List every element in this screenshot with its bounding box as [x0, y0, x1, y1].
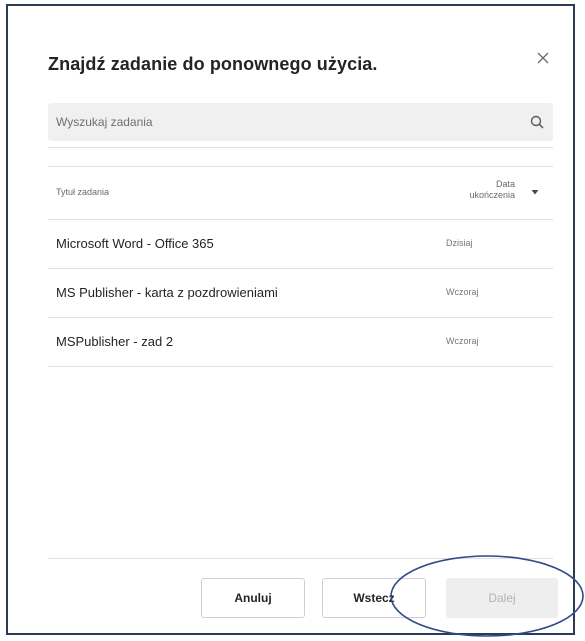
assignments-table: Tytuł zadania Data ukończenia Microsoft …: [48, 166, 553, 367]
row-title: MSPublisher - zad 2: [56, 334, 174, 349]
table-row[interactable]: Microsoft Word - Office 365 Dzisiaj: [48, 220, 553, 269]
search-button[interactable]: [521, 103, 553, 141]
search-divider: [48, 147, 553, 148]
column-header-title: Tytuł zadania: [56, 187, 110, 197]
row-date: Wczoraj: [446, 336, 479, 346]
column-header-date-line2: ukończenia: [469, 190, 515, 200]
close-button[interactable]: [533, 48, 553, 68]
column-header-date[interactable]: Data ukończenia: [445, 179, 515, 201]
sort-button[interactable]: [529, 185, 541, 197]
reuse-assignment-dialog: Znajdź zadanie do ponownego użycia. Tytu…: [8, 6, 573, 633]
table-header: Tytuł zadania Data ukończenia: [48, 166, 553, 220]
next-button[interactable]: Dalej: [446, 578, 558, 618]
column-header-date-line1: Data: [495, 179, 515, 189]
search-icon: [530, 115, 544, 129]
row-title: Microsoft Word - Office 365: [56, 236, 214, 251]
search-input[interactable]: [48, 102, 521, 142]
search-box: [48, 102, 553, 142]
footer-divider: [48, 558, 553, 559]
caret-down-icon: [531, 190, 539, 195]
screenshot-frame: Znajdź zadanie do ponownego użycia. Tytu…: [6, 4, 575, 635]
back-button[interactable]: Wstecz: [322, 578, 426, 618]
table-row[interactable]: MS Publisher - karta z pozdrowieniami Wc…: [48, 269, 553, 318]
dialog-title: Znajdź zadanie do ponownego użycia.: [48, 54, 378, 74]
cancel-button[interactable]: Anuluj: [201, 578, 305, 618]
close-icon: [537, 52, 549, 64]
row-date: Wczoraj: [446, 287, 479, 297]
table-row[interactable]: MSPublisher - zad 2 Wczoraj: [48, 318, 553, 367]
row-date: Dzisiaj: [446, 238, 473, 248]
row-title: MS Publisher - karta z pozdrowieniami: [56, 285, 278, 300]
